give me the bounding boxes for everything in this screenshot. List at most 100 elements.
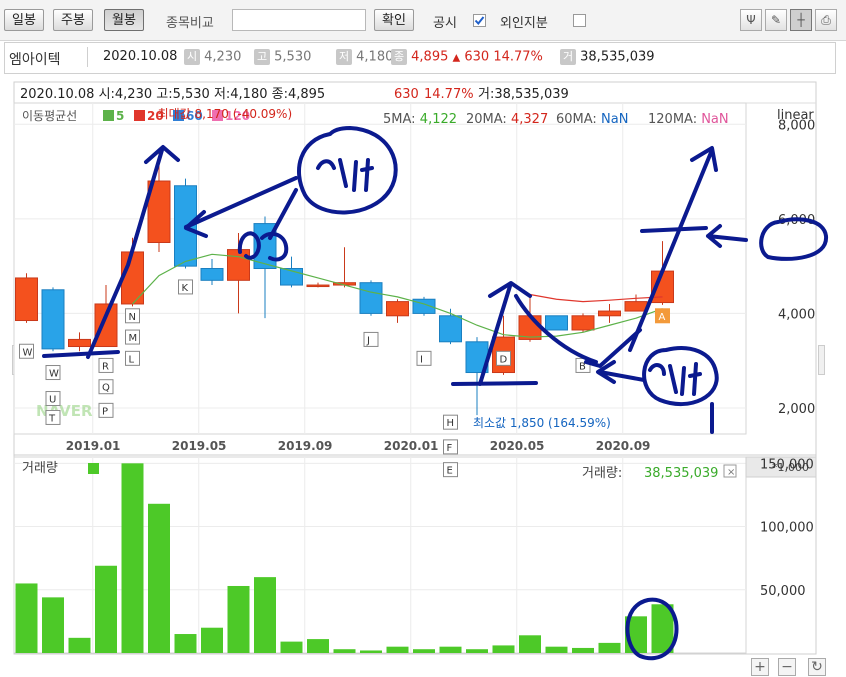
candle-body <box>200 268 224 281</box>
x-tick-label: 2020.01 <box>384 439 439 453</box>
volume-bar <box>307 639 329 653</box>
volume-icon: 거 <box>560 49 576 65</box>
volume-tick-label: 100,000 <box>760 521 814 536</box>
volume-tick-label: 50,000 <box>760 584 806 599</box>
volume-bar <box>439 646 462 653</box>
volume-bar <box>492 645 515 653</box>
stock-chart[interactable]: 2020.10.08 시:4,230 고:5,530 저:4,180 종:4,8… <box>0 78 846 677</box>
period-button-monthly[interactable]: 월봉 <box>104 9 144 31</box>
compare-input[interactable] <box>232 9 366 31</box>
candle-body <box>598 310 621 317</box>
disclosure-checkbox[interactable] <box>473 14 486 27</box>
volume-bar <box>148 503 170 653</box>
event-flag-label: I <box>420 354 423 365</box>
ma-legend-swatch <box>134 110 145 121</box>
volume-tick-label: 150,000 <box>760 457 814 472</box>
ma-value-label: 20MA: <box>466 112 507 127</box>
event-flag-label: P <box>102 406 108 417</box>
volume-bar <box>519 635 541 653</box>
stock-date: 2020.10.08 <box>103 49 178 64</box>
open-price: 시 4,230 <box>184 49 241 65</box>
confirm-button[interactable]: 확인 <box>374 9 414 31</box>
volume-bar <box>413 649 435 653</box>
x-tick-label: 2019.09 <box>278 439 333 453</box>
zoom-out-icon[interactable]: − <box>778 658 796 676</box>
volume-bar <box>280 641 303 653</box>
ohlc-line: 2020.10.08 시:4,230 고:5,530 저:4,180 종:4,8… <box>20 87 325 102</box>
candle-body <box>545 315 568 331</box>
ohlc-change-pct: 14.77% <box>424 87 474 102</box>
foreign-checkbox[interactable] <box>573 14 586 27</box>
ma-legend-entry: 5 <box>116 109 124 123</box>
ma-value: 4,327 <box>511 112 548 127</box>
event-flag-label: Q <box>102 383 110 394</box>
volume-y-axis: 50,000 100,000 150,000 <box>760 457 814 598</box>
foreign-label: 외인지분 <box>500 16 548 31</box>
event-flag-label: K <box>182 283 189 294</box>
event-flag-label: W <box>23 347 33 358</box>
candle-body <box>306 284 330 288</box>
event-flag-label: N <box>129 312 136 323</box>
stock-name: 엠아이텍 <box>9 52 61 68</box>
ma-values: 5MA: 4,122 20MA: 4,327 60MA: NaN 120MA: NaN <box>383 112 729 127</box>
period-button-daily[interactable]: 일봉 <box>4 9 44 31</box>
drawn-base-line-2 <box>451 381 538 386</box>
event-flag-label: R <box>102 361 109 372</box>
crosshair-tool-icon[interactable]: ┼ <box>790 9 812 31</box>
volume-bar <box>15 583 38 653</box>
price-y-axis: 2,0004,0006,0008,000 <box>778 118 815 417</box>
volume-legend-swatch <box>88 463 99 474</box>
volume-legend-label: 거래량: <box>582 466 622 481</box>
x-tick-label: 2020.05 <box>490 439 545 453</box>
volume-bar <box>227 585 250 653</box>
disclosure-label: 공시 <box>433 16 457 31</box>
period-button-weekly[interactable]: 주봉 <box>53 9 93 31</box>
ma-legend-swatch <box>103 110 114 121</box>
candle-body <box>439 315 462 343</box>
zoom-in-icon[interactable]: + <box>751 658 769 676</box>
volume-bar <box>545 646 568 653</box>
refresh-icon[interactable]: ↻ <box>808 658 826 676</box>
volume-bar <box>572 647 594 653</box>
event-flag-label: L <box>129 354 135 365</box>
volume-legend-value: 38,535,039 <box>644 466 718 481</box>
volume-panel-title: 거래량 <box>22 461 58 476</box>
volume-bar <box>466 649 488 653</box>
event-flag-label: M <box>129 333 138 344</box>
volume-bar <box>201 627 223 653</box>
event-flag-label: T <box>48 413 56 424</box>
x-tick-label: 2020.09 <box>596 439 651 453</box>
naver-watermark: NAVER <box>36 402 93 420</box>
draw-tool-icon[interactable]: ✎ <box>765 9 787 31</box>
min-max-annotation: 최소값 1,850 (164.59%) <box>473 416 611 430</box>
candle-body <box>624 301 648 312</box>
x-axis-ticks: 2019.01 2019.05 2019.09 2020.01 2020.05 2020.… <box>66 439 651 453</box>
volume-bar <box>174 634 197 653</box>
candle-body <box>571 315 595 331</box>
volume-bar <box>42 597 64 653</box>
volume-flag-label: E <box>447 466 453 477</box>
ma-value-label: 5MA: <box>383 112 416 127</box>
low-price: 저 4,180 <box>336 49 393 65</box>
info-divider <box>87 47 88 67</box>
volume-bar <box>95 565 117 653</box>
event-flag-label: D <box>500 354 508 365</box>
close-icon: 종 <box>391 49 407 65</box>
volume-close-glyph: × <box>727 467 735 478</box>
candle-body <box>386 301 409 317</box>
candle-body <box>15 277 38 322</box>
candle-body <box>41 289 65 350</box>
volume-flag-label: F <box>447 443 453 454</box>
ohlc-volume: 거:38,535,039 <box>478 87 569 102</box>
price-tick-label: 2,000 <box>778 402 815 417</box>
ma-value-label: 120MA: <box>648 112 697 127</box>
high-price: 고 5,530 <box>254 49 311 65</box>
min-max-annotation: 최대값 8,170 (-40.09%) <box>158 107 293 121</box>
volume-bar <box>333 649 356 653</box>
print-icon[interactable]: ⎙ <box>815 9 837 31</box>
indicator-tool-icon[interactable]: Ψ <box>740 9 762 31</box>
check-icon <box>474 16 485 26</box>
open-icon: 시 <box>184 49 200 65</box>
volume-bar <box>598 642 621 653</box>
volume-bar <box>121 463 144 653</box>
